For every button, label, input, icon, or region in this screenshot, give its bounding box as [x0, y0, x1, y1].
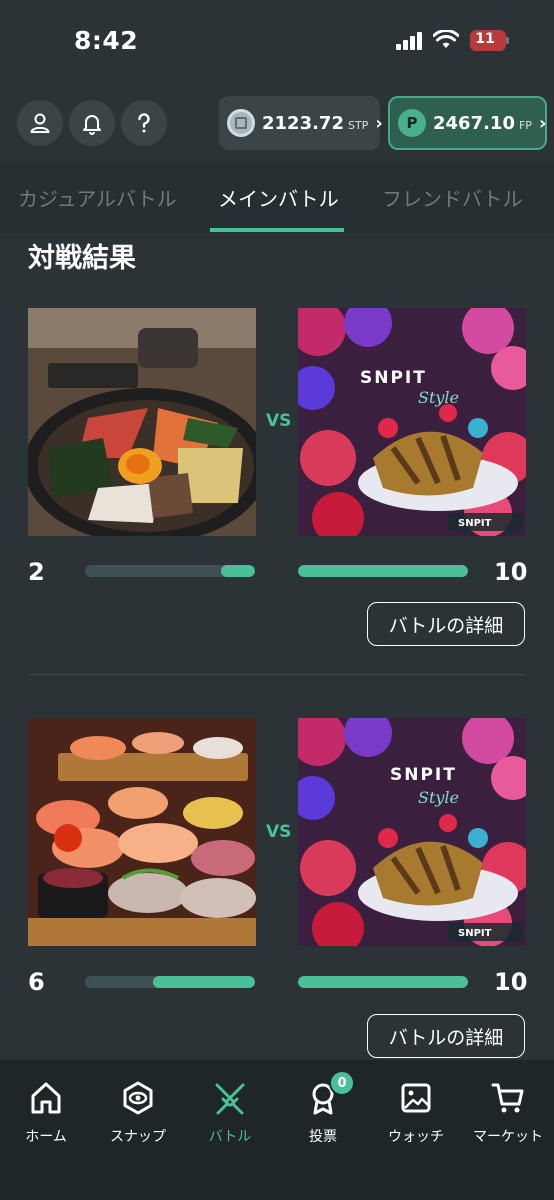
svg-text:SNPIT: SNPIT — [458, 928, 492, 939]
battle-tabs: カジュアルバトル メインバトル フレンドバトル — [0, 163, 554, 233]
left-score: 2 — [28, 558, 45, 586]
stp-balance-button[interactable]: 2123.72 STP › — [219, 96, 383, 150]
right-vote-bar-fill — [298, 976, 468, 988]
battery-tip — [506, 37, 509, 44]
tab-friend-battle[interactable]: フレンドバトル — [382, 183, 523, 212]
right-vote-bar — [298, 565, 468, 577]
battle-detail-button[interactable]: バトルの詳細 — [367, 602, 525, 646]
nav-label-market: マーケット — [473, 1129, 543, 1145]
svg-text:SNPIT: SNPIT — [360, 368, 427, 388]
snpit-cake-photo[interactable]: SNPIT Style SNPIT — [298, 308, 526, 536]
bell-icon — [83, 115, 101, 135]
fp-coin-icon: P — [398, 109, 426, 137]
tab-casual-battle[interactable]: カジュアルバトル — [18, 183, 177, 212]
nav-vote[interactable]: 0 投票 — [277, 1070, 369, 1146]
svg-text:SNPIT: SNPIT — [458, 518, 492, 529]
vs-label: VS — [266, 411, 292, 431]
bottom-navigation: ホーム スナップ バトル 0 投票 ウォッチ マーケット — [0, 1060, 554, 1200]
sushi-photo[interactable] — [28, 718, 256, 946]
right-score: 10 — [494, 968, 528, 996]
battery-icon: 11 — [470, 30, 506, 51]
chevron-right-icon: › — [375, 112, 383, 134]
camera-icon — [118, 1078, 158, 1118]
nav-label-battle: バトル — [208, 1129, 252, 1145]
svg-text:Style: Style — [418, 788, 459, 807]
notifications-button[interactable] — [69, 100, 115, 146]
status-time: 8:42 — [74, 26, 139, 55]
question-icon — [138, 113, 150, 133]
home-icon — [26, 1078, 66, 1118]
snpit-cake-photo[interactable]: SNPIT Style SNPIT — [298, 718, 526, 946]
stp-value: 2123.72 — [262, 112, 344, 134]
svg-text:Style: Style — [418, 388, 459, 407]
nav-label-watch: ウォッチ — [388, 1129, 444, 1145]
bibimbap-photo[interactable] — [28, 308, 256, 536]
left-vote-bar-fill — [153, 976, 255, 988]
nav-label-vote: 投票 — [309, 1129, 337, 1145]
image-icon — [396, 1078, 436, 1118]
help-button[interactable] — [121, 100, 167, 146]
stp-coin-icon — [227, 109, 255, 137]
nav-watch[interactable]: ウォッチ — [370, 1078, 462, 1146]
battery-level: 11 — [475, 31, 495, 47]
left-score: 6 — [28, 968, 45, 996]
nav-snap[interactable]: スナップ — [92, 1078, 184, 1146]
divider — [28, 674, 525, 675]
user-icon — [30, 113, 50, 133]
tab-main-battle[interactable]: メインバトル — [218, 183, 339, 212]
left-vote-bar-fill — [221, 565, 255, 577]
nav-home[interactable]: ホーム — [0, 1078, 92, 1146]
nav-market[interactable]: マーケット — [462, 1078, 554, 1146]
battle-detail-button[interactable]: バトルの詳細 — [367, 1014, 525, 1058]
nav-label-snap: スナップ — [110, 1129, 166, 1145]
svg-text:SNPIT: SNPIT — [390, 765, 457, 785]
vote-count-badge: 0 — [329, 1070, 355, 1096]
right-vote-bar — [298, 976, 468, 988]
signal-icon — [396, 32, 422, 50]
profile-button[interactable] — [17, 100, 63, 146]
swords-icon — [210, 1078, 250, 1118]
status-bar: 8:42 11 — [0, 0, 554, 84]
chevron-right-icon: › — [538, 112, 547, 134]
fp-balance-button[interactable]: P 2467.10 FP › — [388, 96, 547, 150]
fp-unit: FP — [518, 118, 532, 132]
vs-label: VS — [266, 822, 292, 842]
fp-value: 2467.10 — [433, 112, 515, 134]
left-vote-bar — [85, 976, 255, 988]
cart-icon — [488, 1078, 528, 1118]
stp-unit: STP — [347, 118, 369, 132]
nav-battle[interactable]: バトル — [184, 1078, 276, 1146]
nav-label-home: ホーム — [25, 1129, 67, 1145]
right-score: 10 — [494, 558, 528, 586]
wifi-icon — [433, 30, 459, 48]
right-vote-bar-fill — [298, 565, 468, 577]
page-title: 対戦結果 — [28, 243, 136, 274]
left-vote-bar — [85, 565, 255, 577]
active-tab-indicator — [210, 228, 344, 232]
